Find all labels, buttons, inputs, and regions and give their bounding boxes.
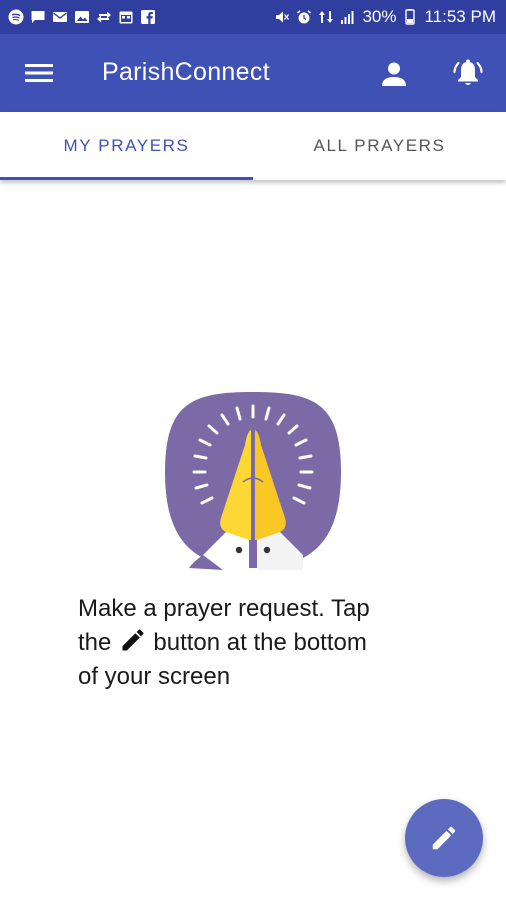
mute-icon bbox=[274, 9, 290, 25]
empty-state-line-2: the button at the bottom bbox=[78, 626, 458, 660]
pencil-icon bbox=[432, 826, 456, 850]
image-icon bbox=[74, 9, 90, 25]
status-notifications bbox=[8, 9, 156, 25]
menu-icon bbox=[25, 64, 53, 82]
message-icon bbox=[30, 9, 46, 25]
empty-state-line-2-before: the bbox=[78, 629, 112, 656]
empty-state-line-2-after: button at the bottom bbox=[153, 629, 367, 656]
person-icon bbox=[382, 62, 406, 86]
battery-percent: 30% bbox=[362, 7, 397, 26]
data-icon bbox=[318, 9, 334, 25]
new-prayer-button[interactable] bbox=[405, 799, 483, 877]
app-bar: ParishConnect bbox=[0, 34, 506, 112]
profile-button[interactable] bbox=[376, 56, 412, 92]
alarm-icon bbox=[296, 9, 312, 25]
notifications-button[interactable] bbox=[448, 54, 488, 94]
status-bar: 30% 11:53 PM bbox=[0, 0, 506, 34]
battery-icon bbox=[402, 9, 418, 25]
tab-my-prayers[interactable]: MY PRAYERS bbox=[0, 112, 253, 180]
tab-bar: MY PRAYERS ALL PRAYERS bbox=[0, 112, 506, 180]
status-system: 30% 11:53 PM bbox=[274, 7, 496, 27]
empty-state-line-3: of your screen bbox=[78, 663, 231, 690]
facebook-icon bbox=[140, 9, 156, 25]
menu-button[interactable] bbox=[22, 58, 56, 88]
mail-icon bbox=[52, 9, 68, 25]
tab-all-prayers[interactable]: ALL PRAYERS bbox=[253, 112, 506, 180]
app-title: ParishConnect bbox=[102, 58, 270, 86]
pencil-inline-icon bbox=[122, 629, 144, 651]
transfer-icon bbox=[96, 9, 112, 25]
signal-icon bbox=[340, 9, 356, 25]
calendar-icon bbox=[118, 9, 134, 25]
empty-state-message: Make a prayer request. Tap the button at … bbox=[78, 592, 458, 694]
status-time: 11:53 PM bbox=[424, 7, 496, 26]
empty-state-line-1: Make a prayer request. Tap bbox=[78, 595, 370, 622]
spotify-icon bbox=[8, 9, 24, 25]
praying-hands-icon bbox=[163, 390, 343, 570]
bell-icon bbox=[453, 59, 483, 85]
